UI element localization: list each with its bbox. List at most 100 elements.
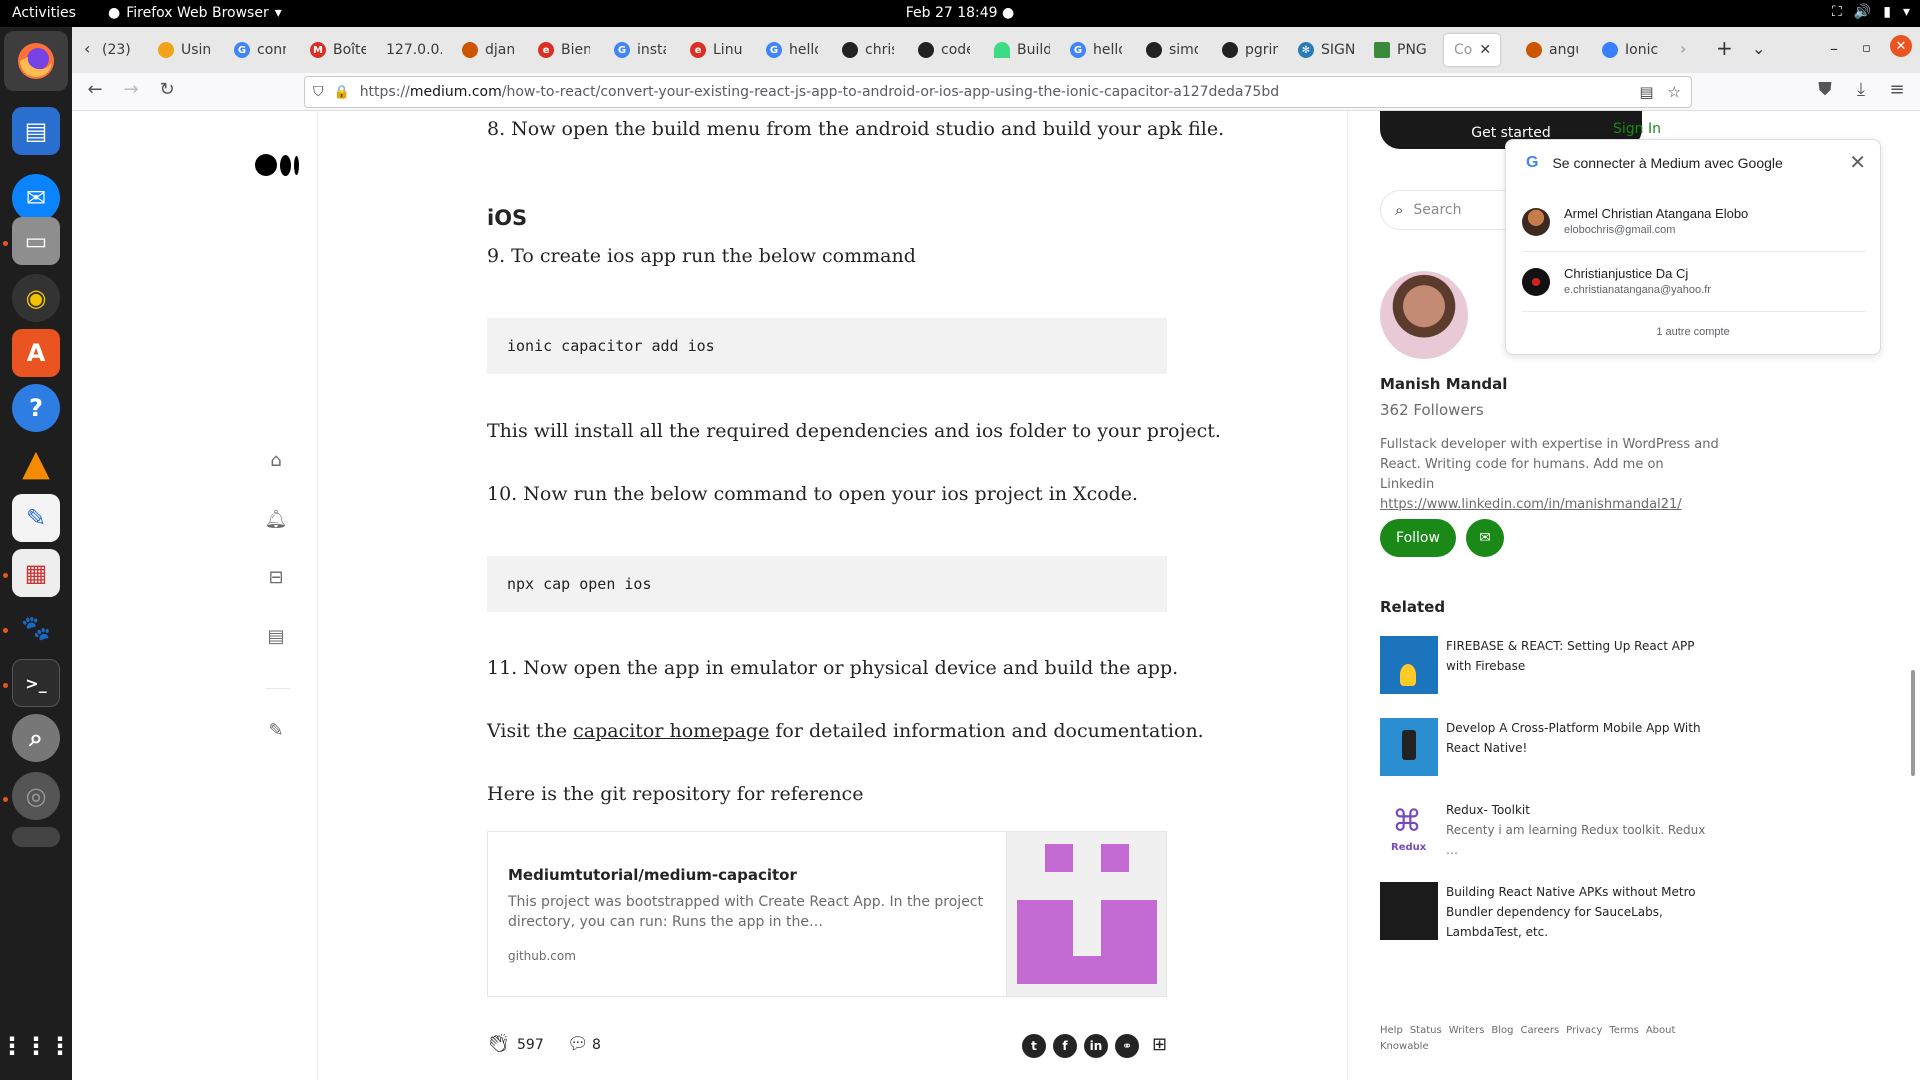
menu-icon[interactable]: ≡ bbox=[1884, 79, 1910, 100]
url-bar[interactable]: ⛉ 🔒 https://medium.com/how-to-react/conv… bbox=[304, 76, 1692, 108]
tab[interactable]: angu bbox=[1526, 34, 1578, 66]
copy-link-icon[interactable]: ⚭ bbox=[1115, 1034, 1139, 1058]
tab[interactable]: Ghello bbox=[766, 34, 818, 66]
footer-link[interactable]: Writers bbox=[1449, 1025, 1485, 1036]
files-icon[interactable]: ▭ bbox=[12, 217, 60, 265]
clock[interactable]: Feb 27 18:49 ● bbox=[0, 5, 1920, 21]
firefox-icon[interactable] bbox=[4, 31, 68, 91]
tab[interactable]: Gconn bbox=[234, 34, 286, 66]
link-preview-card[interactable]: Mediumtutorial/medium-capacitor This pro… bbox=[487, 831, 1167, 997]
tab[interactable]: ✻ SIGN bbox=[1298, 34, 1354, 66]
related-item[interactable]: Building React Native APKs without Metro… bbox=[1380, 882, 1740, 940]
twitter-icon[interactable]: t bbox=[1022, 1034, 1046, 1058]
rhythmbox-icon[interactable]: ◉ bbox=[12, 274, 60, 322]
back-icon[interactable]: ← bbox=[82, 79, 108, 100]
sign-in-link[interactable]: Sign In bbox=[1613, 121, 1661, 137]
new-tab-icon[interactable]: + bbox=[1716, 36, 1733, 60]
forward-icon[interactable]: → bbox=[118, 79, 144, 100]
capacitor-homepage-link[interactable]: capacitor homepage bbox=[573, 720, 769, 742]
url-text[interactable]: https://medium.com/how-to-react/convert-… bbox=[360, 84, 1610, 100]
list-tabs-icon[interactable]: ⌄ bbox=[1752, 39, 1765, 58]
footer-link[interactable]: Knowable bbox=[1380, 1041, 1429, 1052]
linkedin-icon[interactable]: in bbox=[1084, 1034, 1108, 1058]
follower-count[interactable]: 362 Followers bbox=[1380, 401, 1484, 419]
shield-icon[interactable]: ⛉ bbox=[313, 84, 324, 100]
close-tab-icon[interactable]: ✕ bbox=[1479, 42, 1491, 58]
stories-icon[interactable]: ▤ bbox=[264, 626, 288, 650]
google-account-option[interactable]: Armel Christian Atangana Elobo elobochri… bbox=[1522, 192, 1866, 252]
tab[interactable]: chris bbox=[842, 34, 894, 66]
tab[interactable]: PNG bbox=[1374, 34, 1430, 66]
author-avatar[interactable] bbox=[1380, 271, 1468, 359]
clap-icon[interactable]: 👏︎ bbox=[487, 1033, 510, 1054]
document-viewer-icon[interactable]: ▦ bbox=[12, 549, 60, 597]
disk-icon[interactable]: ◎ bbox=[12, 772, 60, 820]
follow-button[interactable]: Follow bbox=[1380, 519, 1456, 557]
tab[interactable]: code bbox=[918, 34, 970, 66]
tab[interactable]: Ghello bbox=[1070, 34, 1122, 66]
writer-icon[interactable]: ▤ bbox=[12, 107, 60, 155]
gimp-icon[interactable]: 🐾 bbox=[12, 604, 60, 652]
tab-scroll-right-icon[interactable]: › bbox=[1680, 39, 1686, 58]
search-input[interactable]: ⌕ Search bbox=[1380, 190, 1510, 230]
subscribe-email-icon[interactable]: ✉ bbox=[1466, 519, 1504, 557]
tab-scroll-left-icon[interactable]: ‹ bbox=[84, 39, 90, 58]
footer-link[interactable]: Privacy bbox=[1566, 1025, 1602, 1036]
facebook-icon[interactable]: f bbox=[1053, 1034, 1077, 1058]
footer-link[interactable]: Blog bbox=[1491, 1025, 1513, 1036]
related-item[interactable]: Develop A Cross-Platform Mobile App With… bbox=[1380, 718, 1740, 776]
related-item[interactable]: ⌘ Redux Redux- Toolkit Recenty i am learni… bbox=[1380, 800, 1740, 858]
medium-logo[interactable] bbox=[255, 154, 299, 176]
tab[interactable]: 127.0.0. bbox=[386, 34, 442, 66]
lock-icon[interactable]: 🔒 bbox=[334, 85, 350, 100]
software-icon[interactable]: A bbox=[12, 329, 60, 377]
write-icon[interactable]: ✎ bbox=[264, 720, 288, 744]
bookmark-star-icon[interactable]: ☆ bbox=[1668, 83, 1681, 101]
reader-view-icon[interactable]: ▤ bbox=[1639, 83, 1653, 101]
close-window-icon[interactable]: ✕ bbox=[1890, 35, 1912, 57]
bell-icon[interactable]: 🔔︎ bbox=[264, 509, 288, 533]
vlc-icon[interactable]: ▲ bbox=[12, 439, 60, 487]
terminal-icon[interactable]: >_ bbox=[12, 659, 60, 707]
home-icon[interactable]: ⌂ bbox=[264, 450, 288, 474]
footer-link[interactable]: Terms bbox=[1609, 1025, 1638, 1036]
thunderbird-icon[interactable]: ✉ bbox=[12, 174, 60, 222]
pocket-icon[interactable]: ⛊ bbox=[1812, 79, 1838, 100]
tab[interactable]: simo bbox=[1146, 34, 1198, 66]
help-icon[interactable]: ? bbox=[12, 384, 60, 432]
footer-link[interactable]: Careers bbox=[1521, 1025, 1560, 1036]
google-account-option[interactable]: Christianjustice Da Cj e.christianatanga… bbox=[1522, 252, 1866, 312]
bookmarks-icon[interactable]: ⊟ bbox=[264, 567, 288, 591]
footer-link[interactable]: Status bbox=[1410, 1025, 1442, 1036]
page-scrollbar[interactable] bbox=[1911, 670, 1915, 776]
drive-icon[interactable] bbox=[12, 827, 60, 847]
text-editor-icon[interactable]: ✎ bbox=[12, 494, 60, 542]
tab[interactable]: pgrin bbox=[1222, 34, 1278, 66]
footer-link[interactable]: About bbox=[1646, 1025, 1676, 1036]
author-name[interactable]: Manish Mandal bbox=[1380, 375, 1507, 393]
maximize-icon[interactable]: ▫ bbox=[1862, 41, 1871, 56]
tab[interactable]: Build bbox=[994, 34, 1050, 66]
linkedin-link[interactable]: https://www.linkedin.com/in/manishmandal… bbox=[1380, 497, 1682, 512]
system-tray[interactable]: ⛶ 🔊 ▮ ▾ bbox=[1832, 4, 1910, 20]
app-grid-icon[interactable]: ⋮⋮⋮ bbox=[0, 1022, 72, 1070]
tab[interactable]: djang bbox=[462, 34, 514, 66]
tab[interactable]: Ionic bbox=[1602, 34, 1658, 66]
tab[interactable]: e Bienv bbox=[538, 34, 590, 66]
save-bookmark-icon[interactable]: ⊞ bbox=[1152, 1034, 1167, 1055]
close-icon[interactable]: ✕ bbox=[1849, 150, 1866, 175]
magnifier-icon[interactable]: ⌕ bbox=[12, 714, 60, 762]
comment-icon[interactable]: 💬︎ bbox=[567, 1034, 589, 1054]
downloads-icon[interactable]: ⤓ bbox=[1848, 79, 1874, 100]
reload-icon[interactable]: ↻ bbox=[154, 79, 180, 100]
footer-link[interactable]: Help bbox=[1380, 1025, 1403, 1036]
tab[interactable]: e Linux bbox=[690, 34, 742, 66]
minimize-icon[interactable]: – bbox=[1830, 39, 1838, 58]
related-item[interactable]: FIREBASE & REACT: Setting Up React APP w… bbox=[1380, 636, 1740, 694]
tab[interactable]: (23) bbox=[102, 34, 142, 66]
tab[interactable]: Ginsta bbox=[614, 34, 666, 66]
tab-active[interactable]: Co ✕ bbox=[1444, 34, 1500, 66]
more-accounts-link[interactable]: 1 autre compte bbox=[1506, 326, 1880, 338]
tab[interactable]: M Boîte bbox=[310, 34, 366, 66]
tab[interactable]: Using bbox=[158, 34, 210, 66]
